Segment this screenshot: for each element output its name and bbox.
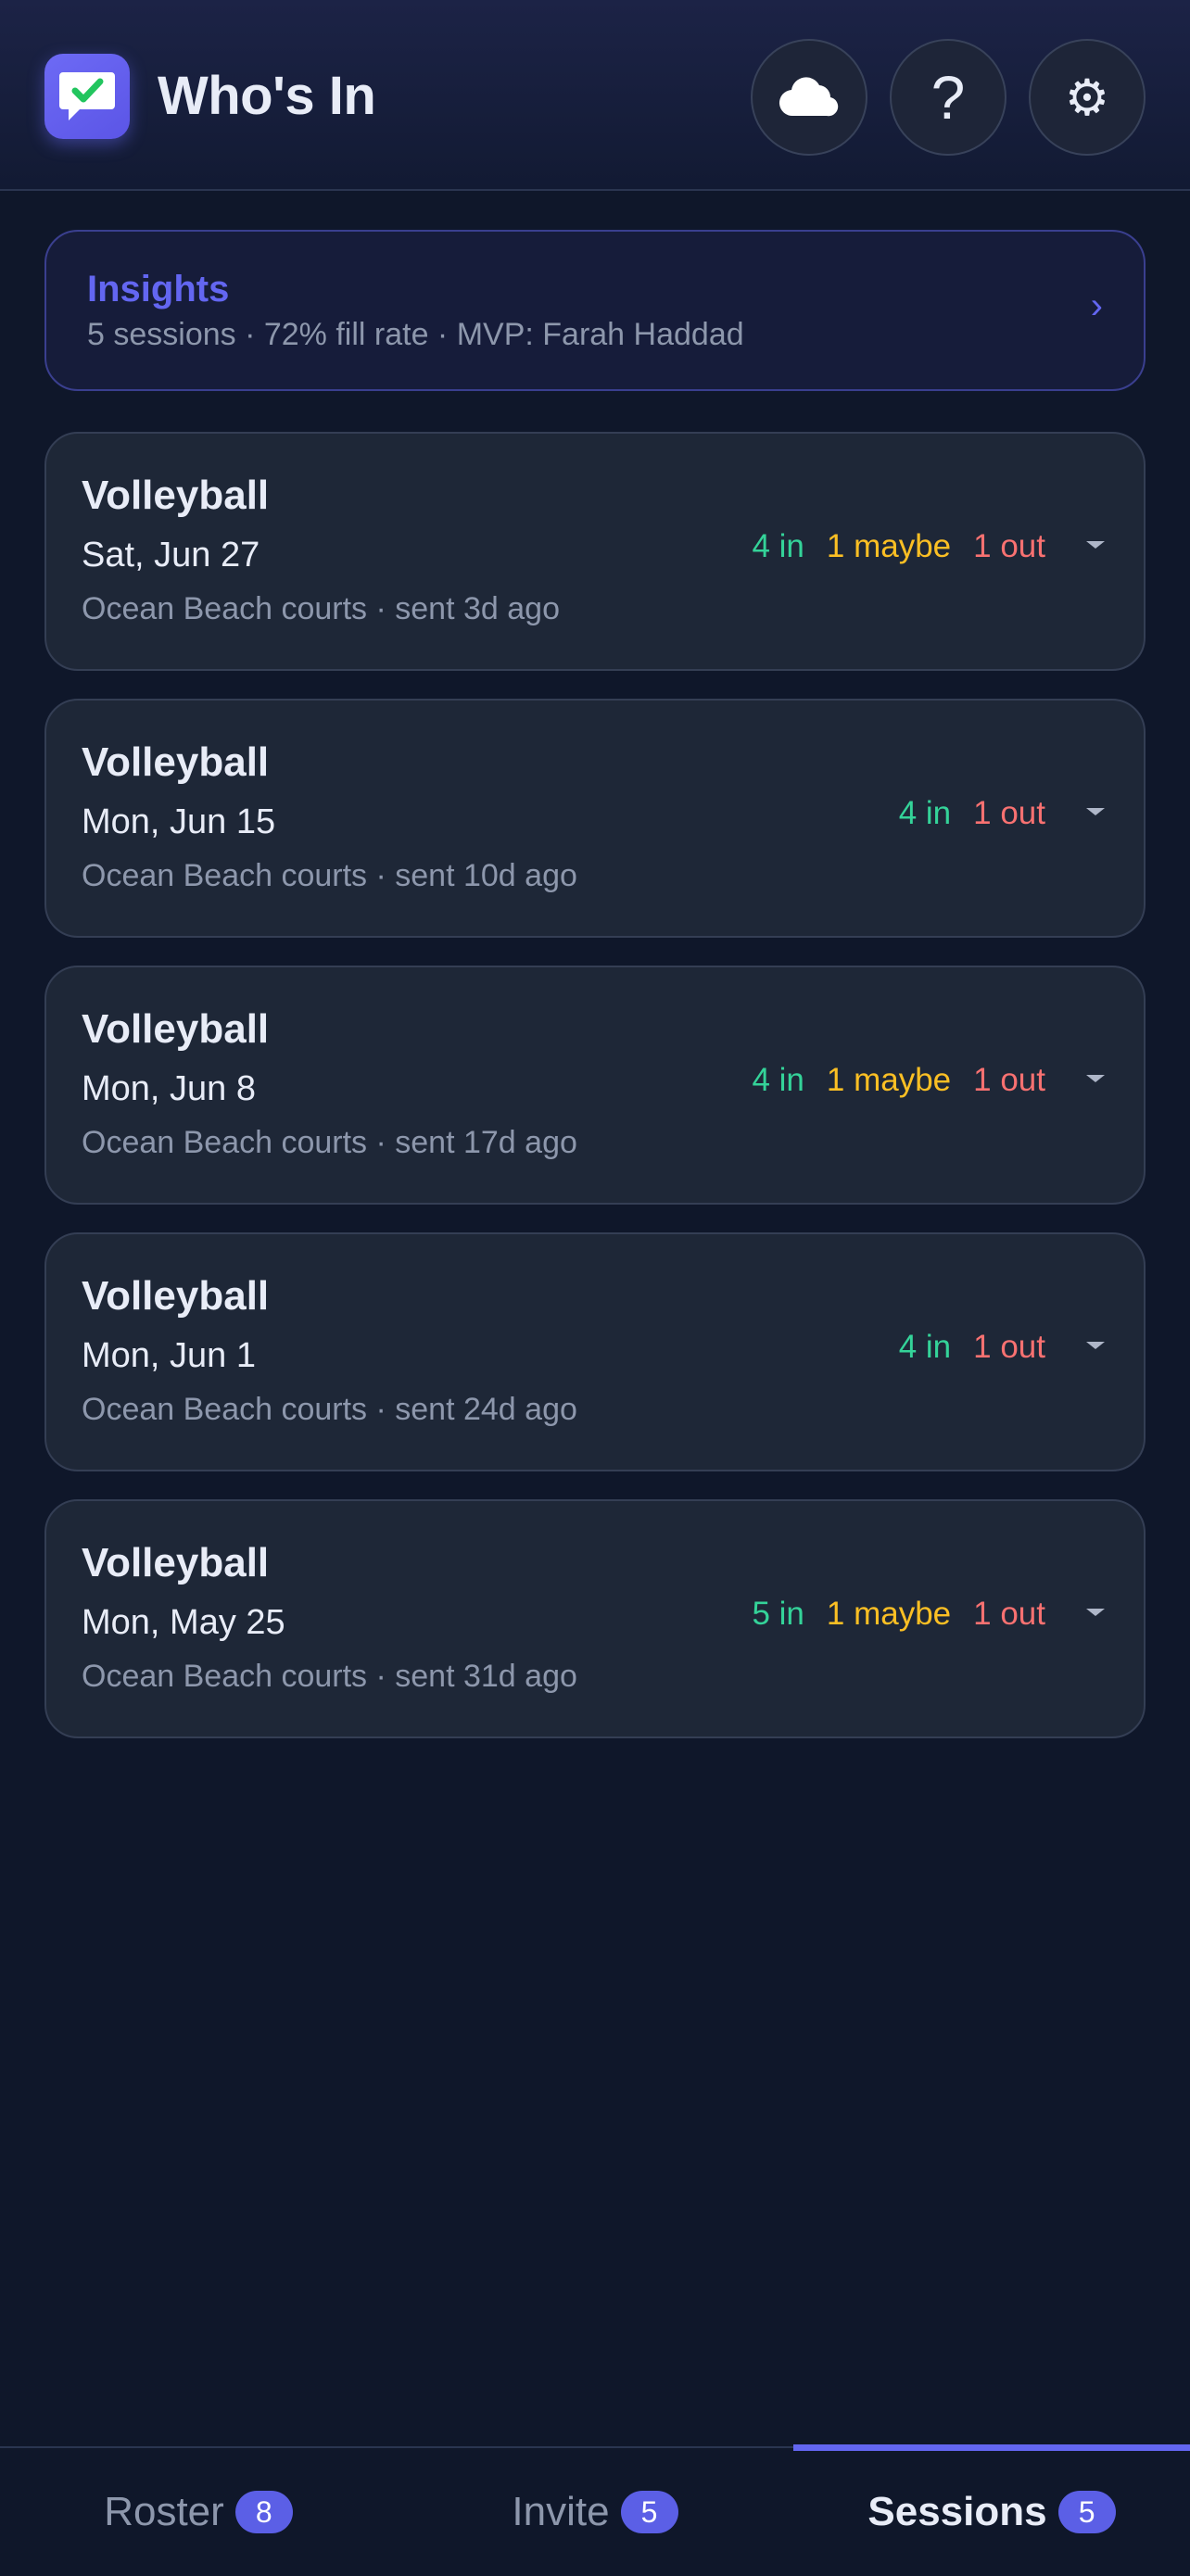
expand-caret-icon[interactable]: [1084, 1067, 1107, 1090]
tab-label: Sessions: [867, 2489, 1047, 2534]
help-button[interactable]: ?: [890, 39, 1006, 156]
session-sport: Volleyball: [82, 739, 270, 785]
tab-invite[interactable]: Invite 5: [397, 2448, 793, 2576]
tab-label: Invite: [512, 2489, 610, 2534]
session-meta: Ocean Beach courts · sent 31d ago: [82, 1659, 577, 1694]
rsvp-counts: 4 in 1 out: [899, 795, 1045, 832]
session-sport: Volleyball: [82, 1540, 270, 1585]
help-icon: ?: [930, 63, 966, 132]
rsvp-counts: 4 in 1 maybe 1 out: [752, 528, 1045, 565]
rsvp-counts: 4 in 1 out: [899, 1329, 1045, 1366]
expand-caret-icon[interactable]: [1084, 1601, 1107, 1623]
expand-caret-icon[interactable]: [1084, 1334, 1107, 1357]
app-header: Who's In ? ⚙: [0, 0, 1190, 191]
session-date: Mon, Jun 15: [82, 802, 276, 841]
session-sport: Volleyball: [82, 1006, 270, 1052]
session-card[interactable]: Volleyball Sat, Jun 27 Ocean Beach court…: [44, 432, 1146, 671]
in-count: 4 in: [752, 1062, 804, 1098]
insights-summary: 5 sessions · 72% fill rate · MVP: Farah …: [87, 317, 744, 352]
tab-sessions[interactable]: Sessions 5: [793, 2444, 1190, 2576]
expand-caret-icon[interactable]: [1084, 801, 1107, 823]
rsvp-counts: 5 in 1 maybe 1 out: [752, 1596, 1045, 1633]
chevron-right-icon: ›: [1090, 285, 1103, 326]
maybe-count: 1 maybe: [826, 528, 952, 564]
session-card[interactable]: Volleyball Mon, Jun 1 Ocean Beach courts…: [44, 1232, 1146, 1471]
session-sport: Volleyball: [82, 473, 270, 518]
out-count: 1 out: [973, 795, 1045, 831]
session-meta: Ocean Beach courts · sent 17d ago: [82, 1125, 577, 1160]
out-count: 1 out: [973, 1062, 1045, 1098]
out-count: 1 out: [973, 528, 1045, 564]
session-date: Sat, Jun 27: [82, 536, 260, 575]
session-meta: Ocean Beach courts · sent 3d ago: [82, 591, 560, 626]
session-card[interactable]: Volleyball Mon, May 25 Ocean Beach court…: [44, 1499, 1146, 1738]
in-count: 4 in: [752, 528, 804, 564]
session-meta: Ocean Beach courts · sent 24d ago: [82, 1392, 577, 1427]
out-count: 1 out: [973, 1596, 1045, 1632]
count-badge: 8: [234, 2491, 293, 2533]
count-badge: 5: [620, 2491, 678, 2533]
session-sport: Volleyball: [82, 1273, 270, 1319]
session-card[interactable]: Volleyball Mon, Jun 8 Ocean Beach courts…: [44, 966, 1146, 1205]
maybe-count: 1 maybe: [826, 1062, 952, 1098]
insights-card[interactable]: Insights 5 sessions · 72% fill rate · MV…: [44, 230, 1146, 391]
in-count: 4 in: [898, 1329, 952, 1365]
in-count: 4 in: [898, 795, 952, 831]
gear-icon: ⚙: [1064, 69, 1110, 126]
maybe-count: 1 maybe: [826, 1596, 952, 1632]
chat-check-icon: [44, 54, 130, 139]
session-date: Mon, Jun 1: [82, 1336, 256, 1375]
insights-title: Insights: [87, 269, 230, 309]
cloud-sync-button[interactable]: [751, 39, 867, 156]
bottom-tab-bar: Roster 8 Invite 5 Sessions 5: [0, 2444, 1190, 2576]
session-date: Mon, May 25: [82, 1603, 285, 1642]
tab-roster[interactable]: Roster 8: [0, 2448, 397, 2576]
count-badge: 5: [1057, 2491, 1116, 2533]
session-meta: Ocean Beach courts · sent 10d ago: [82, 858, 577, 893]
settings-button[interactable]: ⚙: [1029, 39, 1146, 156]
tab-label: Roster: [104, 2489, 224, 2534]
in-count: 5 in: [752, 1596, 804, 1632]
cloud-icon: [779, 77, 839, 117]
session-date: Mon, Jun 8: [82, 1069, 256, 1108]
rsvp-counts: 4 in 1 maybe 1 out: [752, 1062, 1045, 1099]
app-title: Who's In: [158, 66, 376, 126]
expand-caret-icon[interactable]: [1084, 534, 1107, 556]
out-count: 1 out: [973, 1329, 1045, 1365]
session-card[interactable]: Volleyball Mon, Jun 15 Ocean Beach court…: [44, 699, 1146, 938]
